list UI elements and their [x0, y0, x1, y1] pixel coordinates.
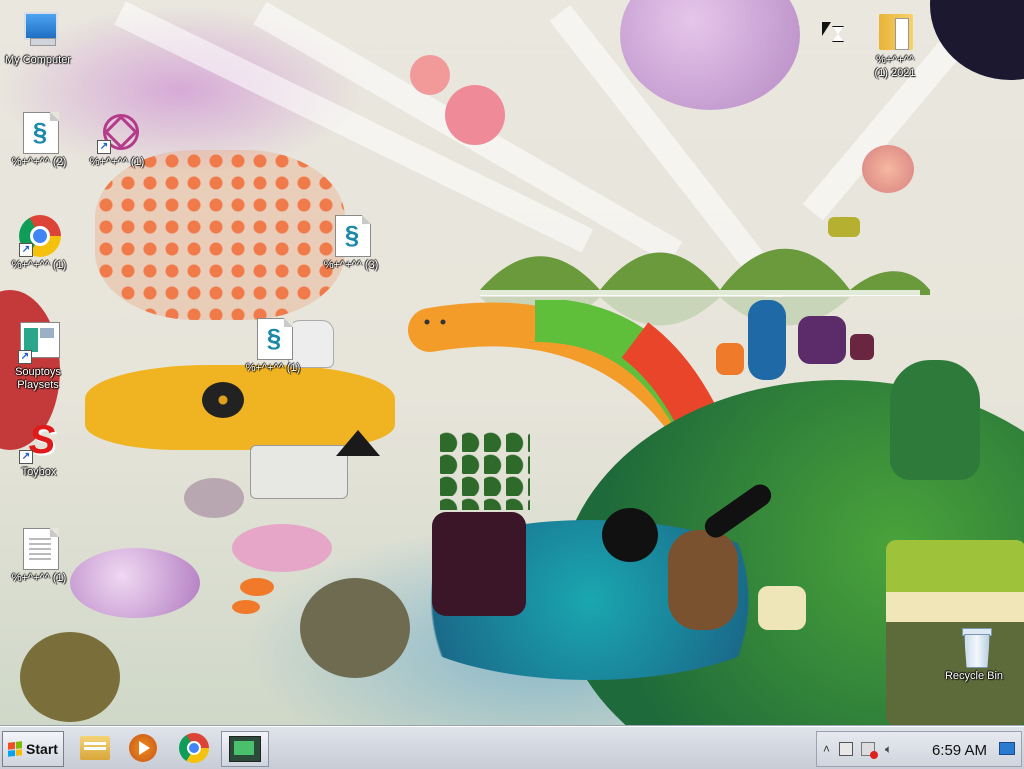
script-file-icon: § — [251, 316, 295, 360]
folder-icon — [873, 8, 917, 52]
busy-cursor-icon — [822, 22, 831, 36]
desktop-icon-my-computer[interactable]: My Computer — [0, 8, 78, 67]
media-player-icon — [129, 734, 157, 762]
desktop-icon-shortcut-1[interactable]: ↗ %+^+^^ (1) — [77, 110, 157, 169]
wallpaper-jelly — [70, 548, 200, 618]
taskbar-open-app-window[interactable] — [221, 731, 269, 767]
desktop-icon-script-file-2[interactable]: § %+^+^^ (2) — [0, 110, 79, 169]
wallpaper-pink-blob — [410, 55, 450, 95]
wallpaper-yellow-car — [828, 217, 860, 237]
start-button[interactable]: Start — [2, 731, 64, 767]
shortcut-arrow-icon: ↗ — [19, 243, 33, 257]
network-icon[interactable] — [839, 742, 853, 759]
wallpaper-jelly — [232, 524, 332, 572]
desktop-icon-label: %+^+^^ (1) — [11, 259, 67, 271]
start-label: Start — [26, 741, 58, 757]
taskbar-pinned-media-player[interactable] — [120, 731, 166, 765]
wallpaper-olive-balls — [20, 632, 120, 722]
wallpaper-record — [202, 382, 244, 418]
desktop-icon-label: %+^+^^ (1) 2021 — [874, 54, 916, 79]
shortcut-arrow-icon: ↗ — [19, 450, 33, 464]
computer-icon — [16, 8, 60, 52]
windows-logo-icon — [8, 741, 23, 757]
chrome-icon: ↗ — [17, 213, 61, 257]
desktop-icon-label: Souptoys Playsets — [15, 366, 61, 391]
desktop-icon-folder-2021[interactable]: %+^+^^ (1) 2021 — [855, 8, 935, 80]
desktop-icon-label: %+^+^^ (2) — [11, 156, 67, 168]
clock-time[interactable]: 6:59 AM — [932, 742, 987, 759]
shortcut-arrow-icon: ↗ — [18, 350, 32, 364]
text-document-icon — [17, 526, 61, 570]
desktop-icon-toybox[interactable]: S ↗ Toybox — [0, 420, 79, 479]
taskbar-pinned-chrome[interactable] — [171, 731, 217, 765]
wallpaper-planet — [862, 145, 914, 193]
wallpaper-plant — [440, 430, 530, 510]
taskbar: Start ˄ 🔈︎ 6:59 AM — [0, 726, 1024, 769]
desktop-icon-text-file-1[interactable]: %+^+^^ (1) — [0, 526, 79, 585]
system-tray: ˄ 🔈︎ 6:59 AM — [816, 731, 1022, 767]
desktop-icon-label: %+^+^^ (1) — [89, 156, 145, 168]
toybox-s-icon: S ↗ — [17, 420, 61, 464]
desktop-icon-label: %+^+^^ (3) — [323, 259, 379, 271]
wallpaper-balloon — [620, 0, 800, 110]
desktop-icon-label: %+^+^^ (1) — [11, 572, 67, 584]
wallpaper-brown-bunny — [668, 530, 738, 630]
app-window-icon — [229, 736, 261, 762]
action-center-flag-icon[interactable] — [861, 742, 878, 759]
folder-icon — [80, 736, 110, 760]
wallpaper-cube-creature — [758, 586, 806, 630]
wallpaper-olive-balls — [300, 578, 410, 678]
desktop-icon-label: Toybox — [21, 466, 57, 478]
wallpaper-purple-figure — [798, 316, 846, 364]
recycle-bin-icon — [952, 624, 996, 668]
wallpaper-orange-dots — [95, 150, 345, 320]
show-desktop-icon[interactable] — [999, 742, 1015, 758]
star-emblem-icon: ↗ — [95, 110, 139, 154]
wallpaper-small-figure — [850, 334, 874, 360]
wallpaper-turntable — [250, 445, 348, 499]
script-file-icon: § — [17, 110, 61, 154]
desktop-icon-script-file-3[interactable]: § %+^+^^ (3) — [311, 213, 391, 272]
desktop-icon-recycle-bin[interactable]: Recycle Bin — [934, 624, 1014, 683]
desktop-icon-chrome-shortcut[interactable]: ↗ %+^+^^ (1) — [0, 213, 79, 272]
chrome-icon — [179, 733, 209, 763]
desktop-icon-label: My Computer — [4, 54, 72, 66]
taskbar-pinned-explorer[interactable] — [72, 731, 118, 765]
wallpaper-pink-blob — [445, 85, 505, 145]
show-hidden-icons-button[interactable]: ˄ — [823, 742, 830, 756]
wallpaper-orange-fish — [232, 600, 260, 614]
playsets-window-icon: ↗ — [16, 320, 60, 364]
desktop-icon-label: %+^+^^ (1) — [245, 362, 301, 374]
desktop-icon-script-file-1[interactable]: § %+^+^^ (1) — [233, 316, 313, 375]
wallpaper-speech-bubble — [602, 508, 658, 562]
desktop-icon-souptoys-playsets[interactable]: ↗ Souptoys Playsets — [0, 320, 78, 392]
volume-icon[interactable]: 🔈︎ — [885, 742, 892, 757]
wallpaper-dark-pot — [432, 512, 526, 616]
wallpaper-blue-figure — [748, 300, 786, 380]
wallpaper-orange-fish — [240, 578, 274, 596]
wallpaper-green-robot — [890, 360, 980, 480]
wallpaper-grey-stone — [184, 478, 244, 518]
desktop-wallpaper — [0, 0, 1024, 726]
shortcut-arrow-icon: ↗ — [97, 140, 111, 154]
desktop-icon-label: Recycle Bin — [944, 670, 1004, 682]
wallpaper-orange-figure — [716, 343, 744, 375]
script-file-icon: § — [329, 213, 373, 257]
